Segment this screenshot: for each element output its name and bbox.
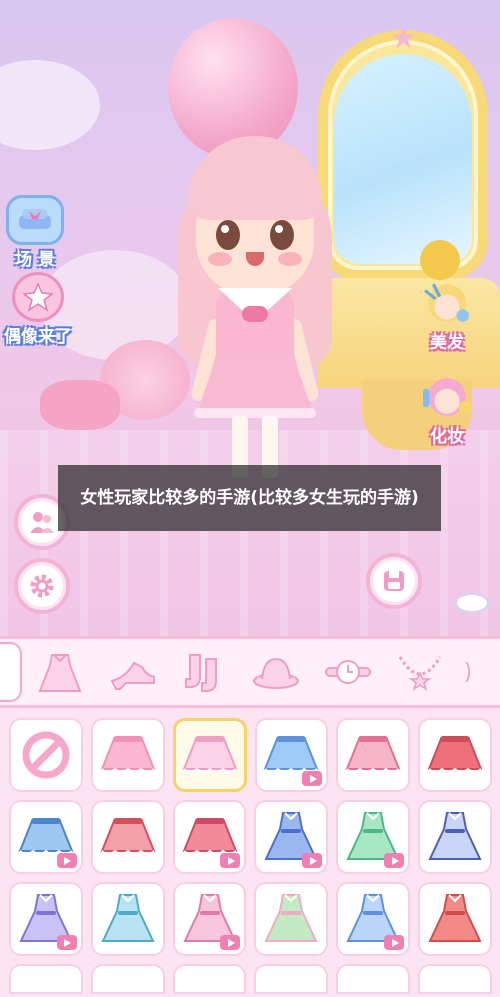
teal-fairy-dress[interactable]	[90, 882, 165, 956]
pink-ribbon-dress[interactable]	[172, 882, 247, 956]
watermark: 下载站	[442, 970, 482, 985]
grid-row	[9, 718, 492, 792]
character[interactable]	[170, 128, 340, 478]
video-ad-icon	[220, 853, 241, 868]
pink-frill-skirt[interactable]	[172, 718, 247, 792]
scene-button[interactable]: 场 景	[6, 195, 64, 270]
red-lace-skirt[interactable]	[90, 800, 165, 874]
dress-item-icon	[264, 894, 318, 942]
partial-item[interactable]	[90, 964, 165, 994]
no-item-icon	[22, 731, 70, 779]
lavender-dress[interactable]	[9, 882, 83, 956]
video-ad-icon	[302, 771, 323, 786]
grid-row	[9, 800, 492, 874]
blue-ruffle-skirt[interactable]	[254, 718, 329, 792]
perfume-bottle	[420, 240, 460, 280]
character-bow	[242, 306, 268, 322]
makeup-button[interactable]: 化妆	[418, 372, 476, 447]
star-icon: ★	[390, 21, 417, 56]
high-heel-icon	[110, 661, 155, 690]
video-ad-icon	[384, 853, 405, 868]
category-bar	[0, 636, 500, 708]
category-more[interactable]	[456, 642, 486, 702]
category-necklaces[interactable]	[384, 642, 456, 702]
category-socks[interactable]	[168, 642, 240, 702]
skirt-icon	[100, 818, 156, 855]
socks-icon	[185, 654, 217, 692]
skirt-icon	[100, 736, 156, 773]
character-blush	[208, 252, 232, 266]
dress-item-icon	[428, 812, 482, 860]
category-shoes[interactable]	[96, 642, 168, 702]
idol-button[interactable]: 偶像来了	[4, 272, 72, 347]
mirror-glass	[334, 54, 472, 264]
character-blush	[278, 252, 302, 266]
skirt-icon	[427, 736, 483, 773]
navy-white-dress[interactable]	[418, 800, 492, 874]
none-item[interactable]	[9, 718, 83, 792]
blue-princess-dress[interactable]	[254, 800, 329, 874]
character-eye-right	[270, 220, 294, 250]
pink-bow-skirt[interactable]	[336, 718, 411, 792]
friends-icon	[30, 512, 54, 533]
video-ad-icon	[56, 853, 77, 868]
red-polka-skirt[interactable]	[418, 718, 492, 792]
gear-icon	[30, 574, 54, 598]
character-eye-left	[216, 220, 240, 250]
idol-label: 偶像来了	[4, 327, 72, 347]
red-checked-dress[interactable]	[418, 882, 492, 956]
category-watches[interactable]	[312, 642, 384, 702]
title-banner-text: 女性玩家比较多的手游(比较多女生玩的手游)	[80, 488, 419, 508]
save-button[interactable]	[366, 553, 422, 609]
rotate-handle[interactable]	[454, 592, 490, 614]
character-bangs	[188, 136, 322, 220]
skirt-icon	[345, 736, 401, 773]
red-corset-skirt[interactable]	[172, 800, 247, 874]
scene-label: 场 景	[15, 250, 55, 270]
makeup-label: 化妆	[430, 427, 464, 447]
makeup-girl-icon	[418, 372, 476, 422]
hair-button[interactable]: 美发	[418, 278, 476, 353]
bow-decoration	[40, 380, 120, 430]
green-floral-dress[interactable]	[254, 882, 329, 956]
partial-item[interactable]	[254, 964, 329, 994]
idol-star-icon	[12, 272, 64, 322]
character-skirt-hem	[194, 408, 316, 418]
title-banner: 女性玩家比较多的手游(比较多女生玩的手游)	[58, 465, 441, 531]
mint-lolita-dress[interactable]	[336, 800, 411, 874]
sofa-icon	[6, 195, 64, 245]
video-ad-icon	[220, 935, 241, 950]
partial-item[interactable]	[172, 964, 247, 994]
necklace-icon	[398, 656, 442, 691]
more-icon	[465, 661, 471, 683]
game-scene: ★ 场 景 偶像来了 美发 化妆	[0, 0, 500, 640]
dress-item-icon	[428, 894, 482, 942]
hair-label: 美发	[430, 333, 464, 353]
hat-icon	[253, 657, 299, 689]
category-hats[interactable]	[240, 642, 312, 702]
settings-button[interactable]	[14, 558, 70, 614]
item-grid	[0, 708, 500, 997]
hair-girl-icon	[418, 278, 476, 328]
grid-row	[9, 964, 492, 994]
skirt-icon	[182, 736, 238, 773]
pink-pleated-skirt[interactable]	[90, 718, 165, 792]
cloud	[0, 60, 100, 150]
video-ad-icon	[56, 935, 77, 950]
dress-item-icon	[101, 894, 155, 942]
video-ad-icon	[384, 935, 405, 950]
category-dress[interactable]	[24, 642, 96, 702]
grid-row	[9, 882, 492, 956]
partial-item[interactable]	[9, 964, 83, 994]
watch-icon	[325, 660, 371, 684]
save-icon	[384, 571, 404, 591]
blue-sailor-dress[interactable]	[336, 882, 411, 956]
category-active-tab[interactable]	[0, 642, 22, 702]
dress-icon	[38, 654, 82, 692]
partial-item[interactable]	[336, 964, 411, 994]
video-ad-icon	[302, 853, 323, 868]
blue-tiered-skirt[interactable]	[9, 800, 83, 874]
